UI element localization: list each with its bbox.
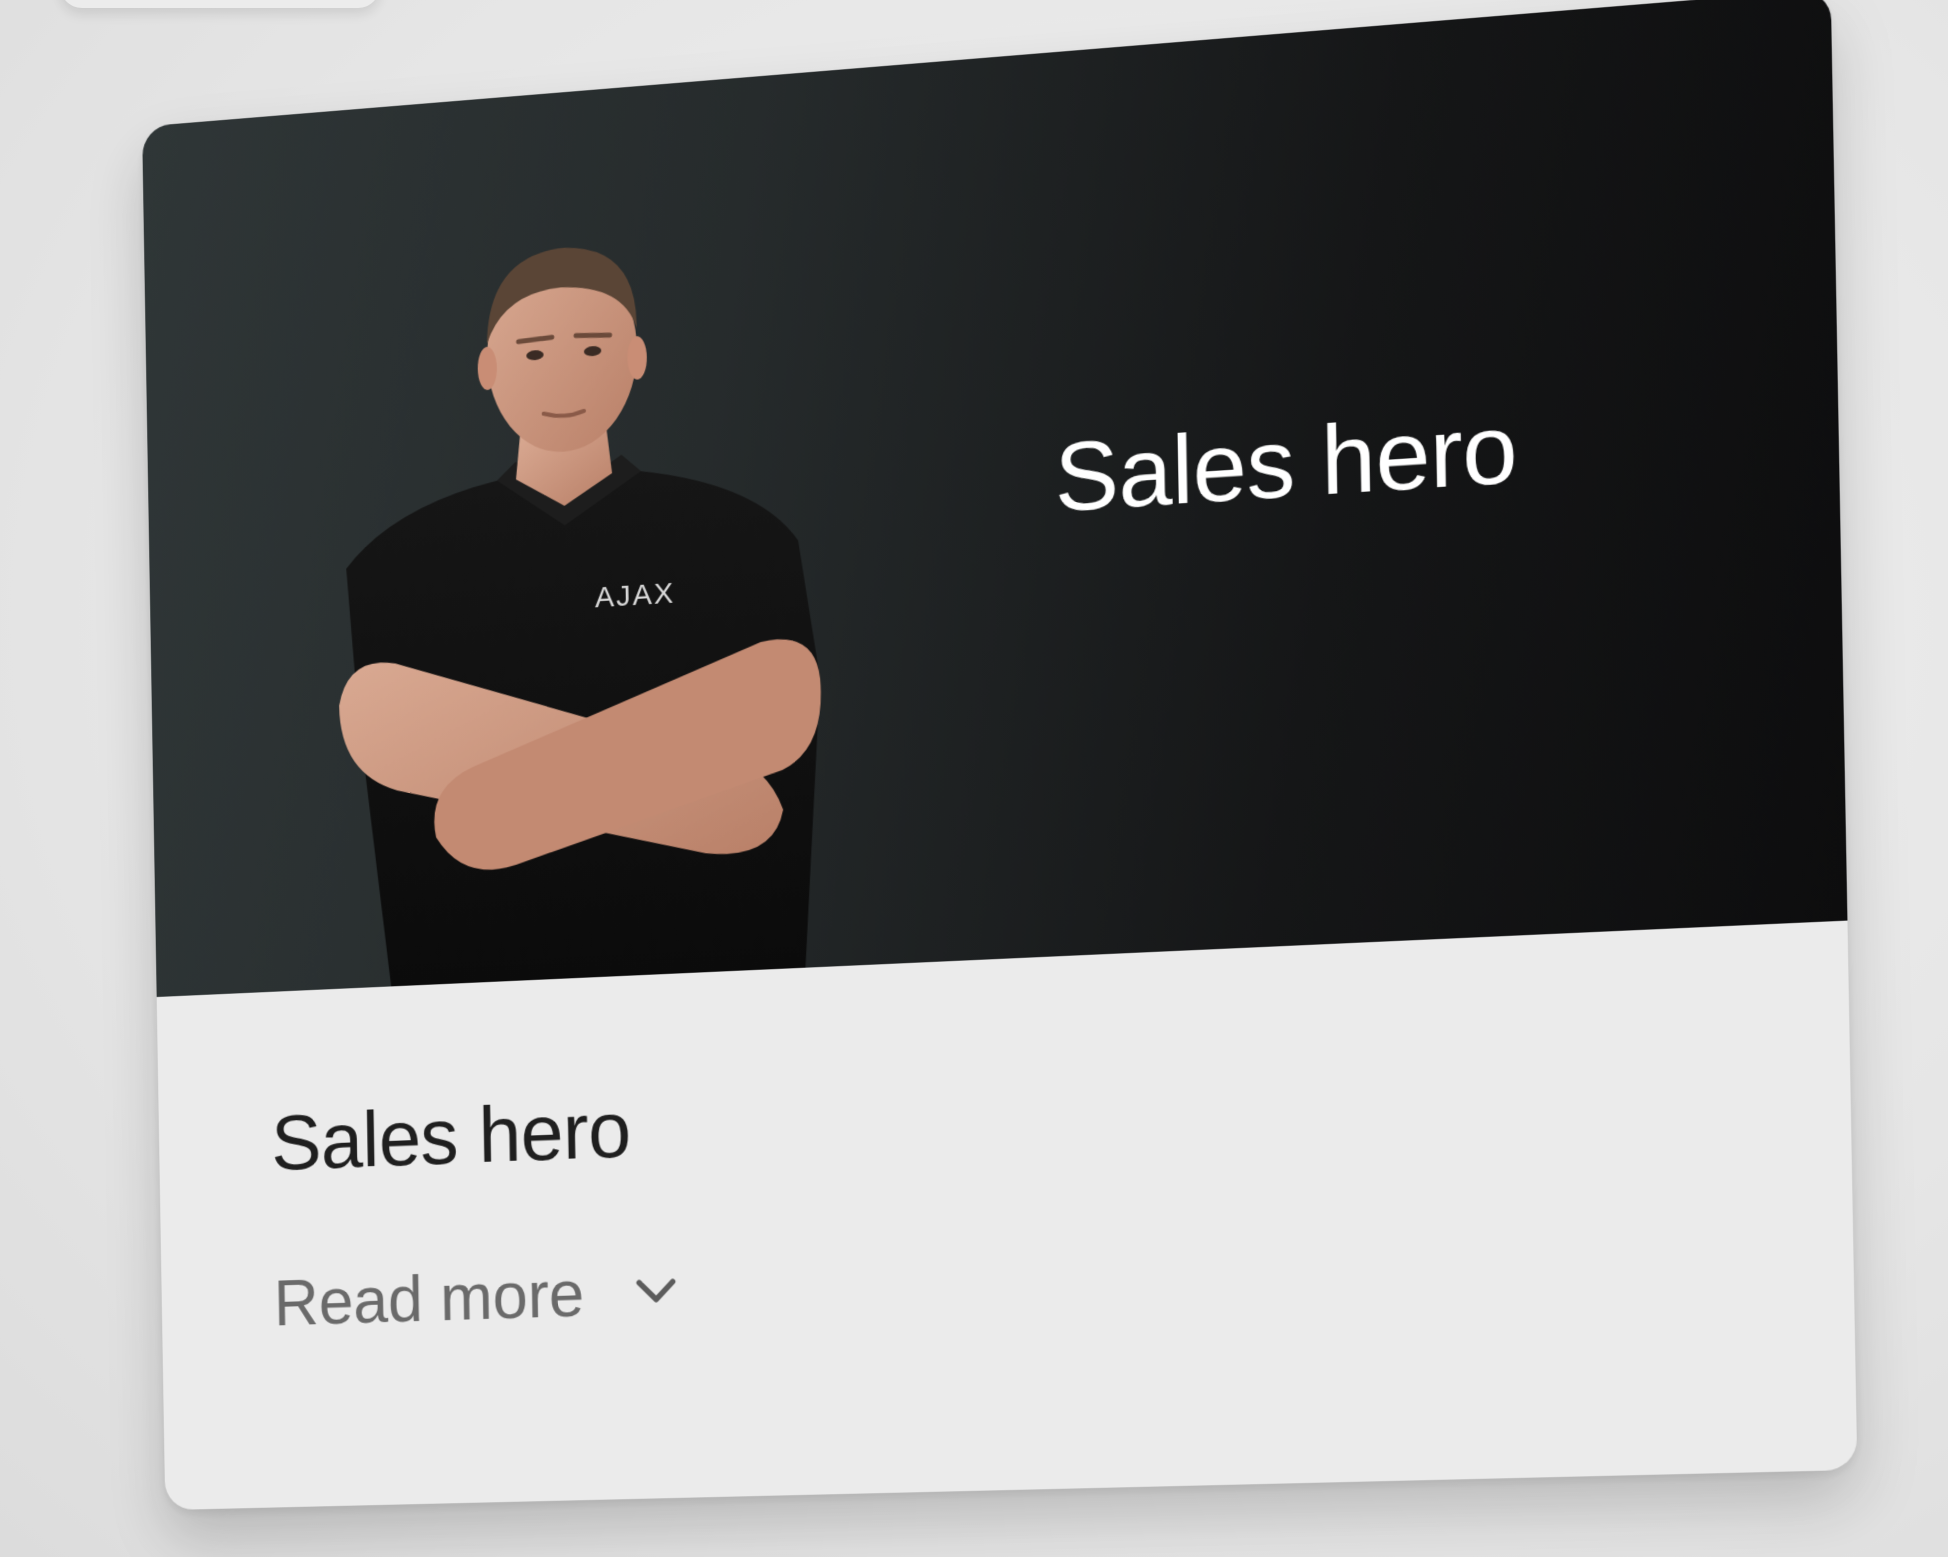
read-more-label: Read more [273,1256,585,1340]
banner-title: Sales hero [1053,394,1518,533]
chevron-down-icon [630,1264,681,1317]
card-title: Sales hero [270,1085,632,1187]
course-card[interactable]: AJAX Sales hero Sales hero Read more [142,0,1858,1511]
read-more-button[interactable]: Read more [273,1252,681,1340]
previous-card-edge [60,0,380,8]
presenter-photo: AJAX [338,242,826,989]
shirt-logo: AJAX [595,576,676,614]
card-banner[interactable]: AJAX Sales hero [142,0,1848,998]
page: AJAX Sales hero Sales hero Read more [0,0,1948,1557]
